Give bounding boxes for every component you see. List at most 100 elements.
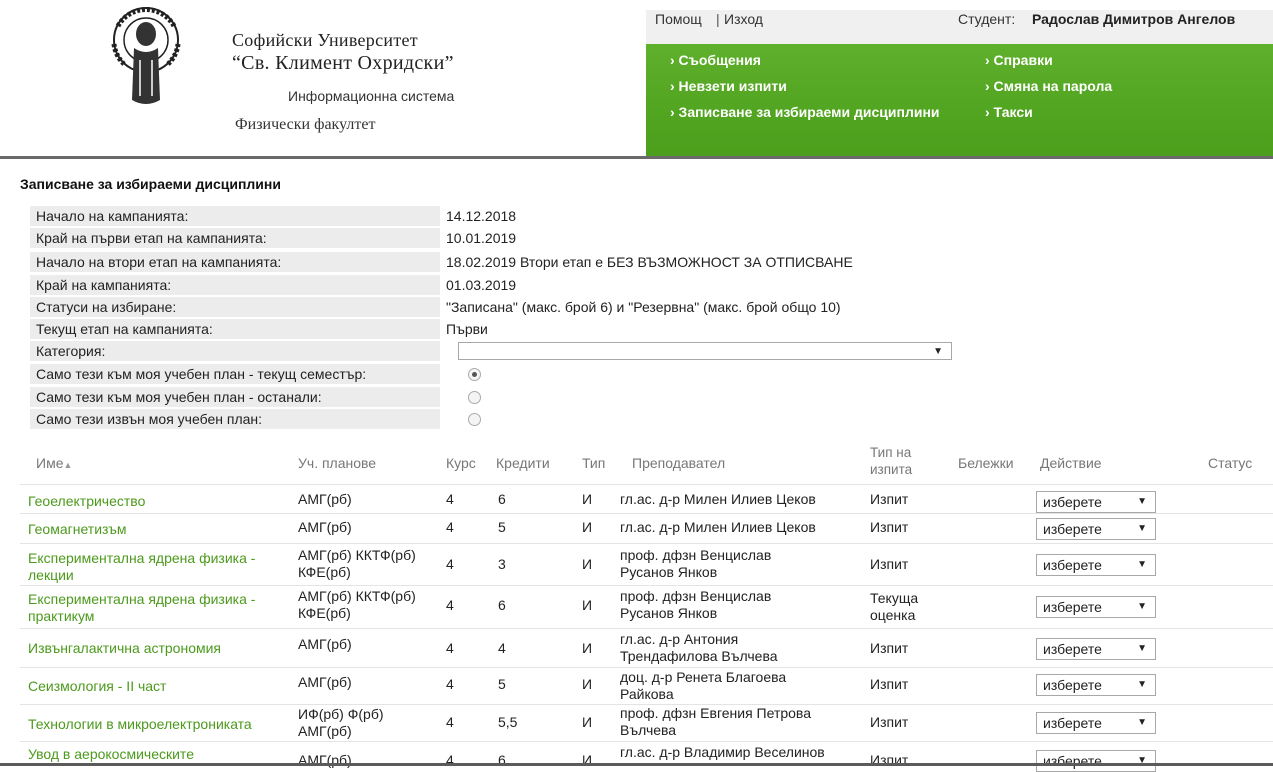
chevron-down-icon: ▼ xyxy=(1137,679,1147,690)
chevron-down-icon: ▼ xyxy=(1137,755,1147,766)
study-plans: АМГ(рб) xyxy=(298,636,352,652)
course-name-link[interactable]: Геоелектричество xyxy=(28,493,145,510)
info-value: 01.03.2019 xyxy=(446,277,517,293)
course-name-link[interactable]: Технологии в микроелектрониката xyxy=(28,716,252,733)
row-divider xyxy=(20,667,1273,668)
study-plans: АМГ(рб) ККТФ(рб) КФЕ(рб) xyxy=(298,588,416,621)
action-select[interactable]: изберете ▼ xyxy=(1036,712,1156,734)
credits: 5,5 xyxy=(498,714,518,730)
credits: 6 xyxy=(498,752,506,768)
credits: 6 xyxy=(498,491,506,507)
sort-ascending-icon: ▲ xyxy=(63,460,73,470)
chevron-down-icon: ▼ xyxy=(933,346,943,357)
exam-type: Изпит xyxy=(870,676,909,692)
filter-current-semester-radio[interactable] xyxy=(468,368,481,381)
discipline-type: И xyxy=(582,556,593,572)
course-name-link[interactable]: Експериментална ядрена физика - лекции xyxy=(28,550,255,584)
column-header-type[interactable]: Тип xyxy=(582,455,605,471)
course-name-link[interactable]: Експериментална ядрена физика - практикум xyxy=(28,591,255,625)
info-value: Първи xyxy=(446,321,488,337)
column-header-name[interactable]: Име▲ xyxy=(36,455,72,471)
course-year: 4 xyxy=(446,519,454,535)
course-name-link[interactable]: Увод в аерокосмическите xyxy=(28,746,194,763)
credits: 4 xyxy=(498,640,506,656)
credits: 5 xyxy=(498,676,506,692)
lecturer: гл.ас. д-р Милен Илиев Цеков xyxy=(620,491,816,507)
info-label: Край на кампанията: xyxy=(30,275,440,295)
action-selected-value: изберете xyxy=(1043,753,1102,769)
info-label: Само тези извън моя учебен план: xyxy=(30,409,440,429)
course-year: 4 xyxy=(446,676,454,692)
info-value: 18.02.2019 Втори етап е БЕЗ ВЪЗМОЖНОСТ З… xyxy=(446,254,853,270)
info-label: Статуси на избиране: xyxy=(30,297,440,317)
nav-change-password-link[interactable]: › Смяна на парола xyxy=(985,78,1112,94)
chevron-down-icon: ▼ xyxy=(1137,601,1147,612)
nav-untaken-exams-link[interactable]: › Невзети изпити xyxy=(670,78,787,94)
chevron-down-icon: ▼ xyxy=(1137,559,1147,570)
info-label: Начало на втори етап на кампанията: xyxy=(30,252,440,272)
row-divider xyxy=(20,741,1273,742)
action-select[interactable]: изберете ▼ xyxy=(1036,554,1156,576)
column-header-lecturer[interactable]: Преподавател xyxy=(632,455,725,471)
action-select[interactable]: изберете ▼ xyxy=(1036,638,1156,660)
course-year: 4 xyxy=(446,556,454,572)
chevron-down-icon: ▼ xyxy=(1137,643,1147,654)
nav-fees-link[interactable]: › Такси xyxy=(985,104,1033,120)
credits: 6 xyxy=(498,597,506,613)
action-selected-value: изберете xyxy=(1043,521,1102,537)
action-select[interactable]: изберете ▼ xyxy=(1036,518,1156,540)
column-header-credits[interactable]: Кредити xyxy=(496,455,550,471)
discipline-type: И xyxy=(582,491,593,507)
nav-elective-enrollment-link[interactable]: › Записване за избираеми дисциплини xyxy=(670,104,940,120)
category-select[interactable]: ▼ xyxy=(458,342,952,360)
study-plans: АМГ(рб) xyxy=(298,752,352,768)
action-selected-value: изберете xyxy=(1043,599,1102,615)
info-label: Само тези към моя учебен план - останали… xyxy=(30,387,440,407)
nav-messages-link[interactable]: › Съобщения xyxy=(670,52,761,68)
study-plans: АМГ(рб) xyxy=(298,674,352,690)
action-selected-value: изберете xyxy=(1043,494,1102,510)
lecturer: доц. д-р Ренета Благоева Райкова xyxy=(620,669,787,702)
exam-type: Изпит xyxy=(870,556,909,572)
lecturer: проф. дфзн Венцислав Русанов Янков xyxy=(620,588,772,621)
discipline-type: И xyxy=(582,752,593,768)
action-selected-value: изберете xyxy=(1043,557,1102,573)
course-year: 4 xyxy=(446,640,454,656)
discipline-type: И xyxy=(582,676,593,692)
discipline-type: И xyxy=(582,714,593,730)
exam-type: Текуща оценка xyxy=(870,590,919,623)
lecturer: гл.ас. д-р Милен Илиев Цеков xyxy=(620,519,816,535)
course-name-link[interactable]: Геомагнетизъм xyxy=(28,521,127,538)
column-header-exam-type[interactable]: Тип на изпита xyxy=(870,444,912,478)
exam-type: Изпит xyxy=(870,714,909,730)
discipline-type: И xyxy=(582,640,593,656)
page-title: Записване за избираеми дисциплини xyxy=(20,176,281,192)
action-select[interactable]: изберете ▼ xyxy=(1036,491,1156,513)
lecturer: проф. дфзн Евгения Петрова Вълчева xyxy=(620,705,811,738)
course-name-link[interactable]: Сеизмология - II част xyxy=(28,678,166,695)
university-name-line2: “Св. Климент Охридски” xyxy=(232,52,454,74)
column-header-course[interactable]: Курс xyxy=(446,455,476,471)
course-name-link[interactable]: Извънгалактична астрономия xyxy=(28,640,221,657)
action-select[interactable]: изберете ▼ xyxy=(1036,750,1156,772)
info-label: Начало на кампанията: xyxy=(30,206,440,226)
course-year: 4 xyxy=(446,714,454,730)
row-divider xyxy=(20,585,1273,586)
chevron-down-icon: ▼ xyxy=(1137,523,1147,534)
nav-reports-link[interactable]: › Справки xyxy=(985,52,1053,68)
chevron-down-icon: ▼ xyxy=(1137,496,1147,507)
study-plans: АМГ(рб) ККТФ(рб) КФЕ(рб) xyxy=(298,547,416,580)
action-select[interactable]: изберете ▼ xyxy=(1036,596,1156,618)
action-selected-value: изберете xyxy=(1043,715,1102,731)
exam-type: Изпит xyxy=(870,491,909,507)
column-header-plans[interactable]: Уч. планове xyxy=(298,455,376,471)
course-year: 4 xyxy=(446,597,454,613)
exam-type: Изпит xyxy=(870,640,909,656)
action-select[interactable]: изберете ▼ xyxy=(1036,674,1156,696)
discipline-type: И xyxy=(582,519,593,535)
logout-link[interactable]: Изход xyxy=(724,11,763,27)
help-link[interactable]: Помощ xyxy=(655,11,702,27)
filter-remaining-radio[interactable] xyxy=(468,391,481,404)
filter-outside-plan-radio[interactable] xyxy=(468,413,481,426)
faculty-label: Физически факултет xyxy=(235,116,376,133)
